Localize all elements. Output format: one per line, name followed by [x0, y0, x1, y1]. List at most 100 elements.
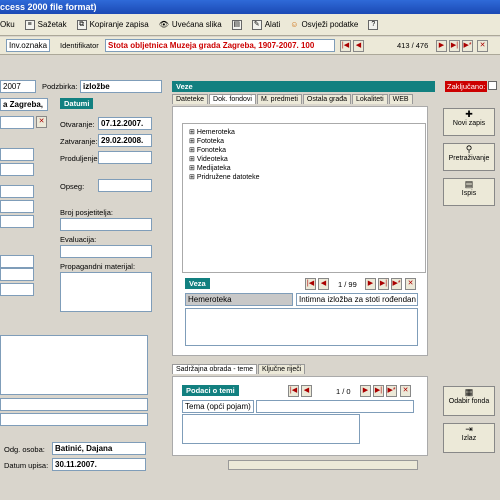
veza-prev-button[interactable]: ◀	[318, 278, 329, 290]
tema-delete-button[interactable]: ✕	[400, 385, 411, 397]
propagandni-field[interactable]	[60, 272, 152, 312]
exit-label: Izlaz	[461, 435, 477, 442]
notes-field-2[interactable]	[0, 398, 148, 411]
tree-label-0: Hemeroteka	[196, 129, 235, 136]
printer-icon-2: ▤	[464, 179, 474, 189]
horizontal-scrollbar[interactable]	[228, 460, 418, 470]
year-field[interactable]: 2007	[0, 80, 36, 93]
notes-field-3[interactable]	[0, 413, 148, 426]
zakljucano-checkbox[interactable]	[488, 81, 497, 90]
veza-delete-button[interactable]: ✕	[405, 278, 416, 290]
tab-lokaliteti[interactable]: Lokaliteti	[352, 94, 388, 104]
delete-record-button[interactable]: ✕	[477, 40, 488, 52]
tab-m-predmeti[interactable]: M. predmeti	[256, 94, 302, 104]
tema-prev-button[interactable]: ◀	[301, 385, 312, 397]
tema-next-button[interactable]: ▶	[360, 385, 371, 397]
last-record-button[interactable]: ▶|	[449, 40, 460, 52]
tema-select[interactable]: Tema (opći pojam)	[182, 400, 254, 413]
search-label: Pretraživanje	[448, 155, 490, 162]
zoom-label: Uvećana slika	[171, 20, 222, 29]
sub-field-8[interactable]	[0, 268, 34, 281]
tab-dok-fondovi[interactable]: Dok. fondovi	[209, 94, 256, 104]
tema-first-button[interactable]: |◀	[288, 385, 299, 397]
new-record-button[interactable]: ✚ Novi zapis	[443, 108, 495, 136]
tree-view[interactable]: ⊞ Hemeroteka ⊞ Fototeka ⊞ Fonoteka ⊞ Vid…	[182, 123, 426, 273]
tree-item-4[interactable]: ⊞ Medijateka	[189, 164, 419, 172]
veza-desc-select[interactable]: Intimna izložba za stoti rođendan	[296, 293, 418, 306]
search-button[interactable]: ⚲ Pretraživanje	[443, 143, 495, 171]
new-record-nav-button[interactable]: ▶*	[462, 40, 473, 52]
first-record-button[interactable]: |◀	[340, 40, 351, 52]
tema-detail-select[interactable]	[256, 400, 414, 413]
tree-item-2[interactable]: ⊞ Fonoteka	[189, 146, 419, 154]
tema-last-button[interactable]: ▶|	[373, 385, 384, 397]
summary-button[interactable]: ≡ Sažetak	[24, 19, 67, 30]
datum-upisa-field[interactable]: 30.11.2007.	[52, 458, 146, 471]
notes-area[interactable]	[0, 335, 148, 395]
otvaranje-field[interactable]: 07.12.2007.	[98, 117, 152, 130]
odg-select[interactable]: Batinić, Dajana	[52, 442, 146, 455]
tab-dateteke[interactable]: Dateteke	[172, 94, 209, 104]
new-record-label: Novi zapis	[452, 120, 486, 127]
place-field[interactable]: a Zagreba,	[0, 98, 48, 111]
podaci-header: Podaci o temi	[182, 385, 239, 396]
odabir-fonda-button[interactable]: ▦ Odabir fonda	[443, 386, 495, 416]
tab-web[interactable]: WEB	[388, 94, 413, 104]
sub-field-1[interactable]	[0, 116, 34, 129]
veza-notes[interactable]	[185, 308, 418, 346]
veza-next-button[interactable]: ▶	[365, 278, 376, 290]
veza-first-button[interactable]: |◀	[305, 278, 316, 290]
sub-field-4[interactable]	[0, 185, 34, 198]
tema-notes[interactable]	[182, 414, 360, 444]
evaluacija-field[interactable]	[60, 245, 152, 258]
otvaranje-value: 07.12.2007.	[101, 119, 144, 128]
printer-icon: ▤	[231, 19, 242, 30]
sub-field-2[interactable]	[0, 148, 34, 161]
zoom-image-button[interactable]: 👁 Uvećana slika	[159, 20, 222, 29]
produljenje-field[interactable]	[98, 151, 152, 164]
tree-item-0[interactable]: ⊞ Hemeroteka	[189, 128, 419, 136]
sub-delete-1[interactable]: ✕	[36, 116, 47, 128]
tree-label-4: Medijateka	[196, 165, 231, 172]
refresh-button[interactable]: ☺ Osvježi podatke	[290, 20, 358, 29]
tree-item-1[interactable]: ⊞ Fototeka	[189, 137, 419, 145]
posjetitelja-field[interactable]	[60, 218, 152, 231]
tab-ostala-grada[interactable]: Ostala građa	[302, 94, 352, 104]
sub-field-9[interactable]	[0, 283, 34, 296]
tree-label-3: Videoteka	[196, 156, 228, 163]
sub-field-3[interactable]	[0, 163, 34, 176]
tools-button[interactable]: ✎ Alati	[251, 19, 280, 30]
print-record-button[interactable]: ▤ Ispis	[443, 178, 495, 206]
datum-upisa-value: 30.11.2007.	[55, 460, 97, 469]
otvaranje-label: Otvaranje:	[60, 120, 95, 129]
subset-select[interactable]: izložbe	[80, 80, 162, 93]
eye-icon: 👁	[158, 20, 169, 29]
tab-sadrzajna-obrada[interactable]: Sadržajna obrada - teme	[172, 364, 258, 374]
copy-icon: ⧉	[76, 19, 87, 30]
posjetitelja-label: Broj posjetitelja:	[60, 208, 113, 217]
sub-field-7[interactable]	[0, 255, 34, 268]
help-button[interactable]: ?	[368, 19, 379, 30]
veza-last-button[interactable]: ▶|	[378, 278, 389, 290]
prev-record-button[interactable]: ◀	[353, 40, 364, 52]
zatvaranje-label: Zatvaranje:	[60, 137, 98, 146]
veza-new-button[interactable]: ▶*	[391, 278, 402, 290]
sub-field-6[interactable]	[0, 215, 34, 228]
tab-kljucne-rijeci[interactable]: Ključne riječi	[258, 364, 306, 374]
tree-item-5[interactable]: ⊞ Pridružene datoteke	[189, 173, 419, 181]
identifier-field[interactable]: Stota obljetnica Muzeja grada Zagreba, 1…	[105, 39, 335, 52]
veza-type-select[interactable]: Hemeroteka	[185, 293, 293, 306]
sub-field-5[interactable]	[0, 200, 34, 213]
field-select[interactable]: Inv.oznaka	[6, 39, 50, 52]
next-record-button[interactable]: ▶	[436, 40, 447, 52]
copy-record-button[interactable]: ⧉ Kopiranje zapisa	[76, 19, 149, 30]
tree-item-3[interactable]: ⊞ Videoteka	[189, 155, 419, 163]
print-button[interactable]: ▤	[231, 19, 242, 30]
zatvaranje-field[interactable]: 29.02.2008.	[98, 134, 152, 147]
tema-new-button[interactable]: ▶*	[386, 385, 397, 397]
opseg-field[interactable]	[98, 179, 152, 192]
veze-tabs: Dateteke Dok. fondovi M. predmeti Ostala…	[172, 94, 413, 104]
exit-button[interactable]: ⇥ Izlaz	[443, 423, 495, 453]
menu-item-0[interactable]: Oku	[0, 20, 15, 29]
odg-value: Batinić, Dajana	[55, 444, 113, 453]
